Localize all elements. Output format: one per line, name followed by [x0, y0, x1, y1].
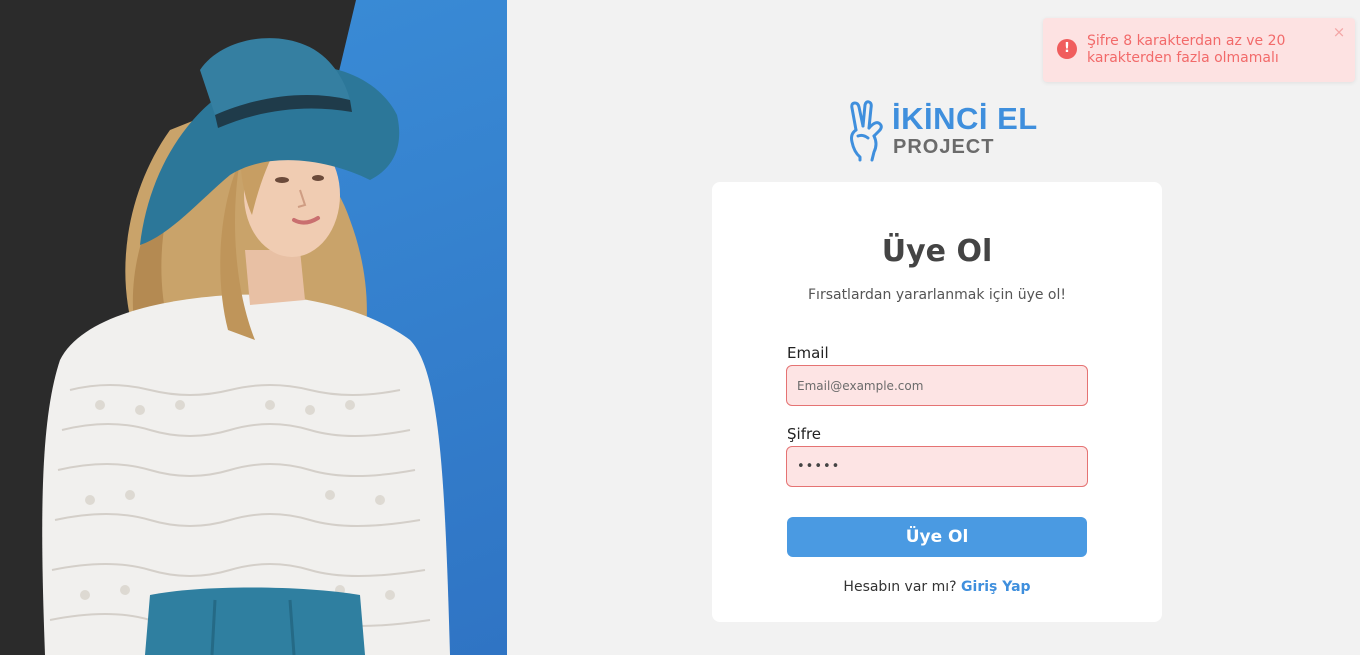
toast-message: Şifre 8 karakterdan az ve 20 karakterden… [1087, 33, 1286, 66]
brand-name: İKİNCİ EL [892, 101, 1038, 136]
brand-logo[interactable]: İKİNCİ EL PROJECT [846, 100, 1038, 162]
email-label: Email [787, 344, 829, 362]
login-prompt-row: Hesabın var mı? Giriş Yap [712, 578, 1162, 596]
page-subtitle: Fırsatlardan yararlanmak için üye ol! [808, 287, 1066, 303]
brand-tagline: PROJECT [893, 136, 995, 158]
page-title: Üye Ol [881, 234, 993, 269]
signup-button[interactable]: Üye Ol [787, 517, 1087, 557]
close-icon[interactable]: × [1331, 24, 1347, 40]
password-field[interactable] [786, 446, 1088, 487]
login-link[interactable]: Giriş Yap [961, 579, 1031, 595]
error-toast: ! Şifre 8 karakterdan az ve 20 karakterd… [1043, 18, 1355, 82]
model-illustration [42, 38, 450, 655]
signup-card: Üye Ol Fırsatlardan yararlanmak için üye… [712, 182, 1162, 622]
exclamation-icon: ! [1057, 39, 1077, 59]
victory-hand-icon [850, 100, 883, 162]
hero-image [0, 0, 507, 655]
login-prompt-text: Hesabın var mı? [843, 579, 957, 595]
password-label: Şifre [787, 425, 822, 443]
email-field[interactable] [786, 365, 1088, 406]
